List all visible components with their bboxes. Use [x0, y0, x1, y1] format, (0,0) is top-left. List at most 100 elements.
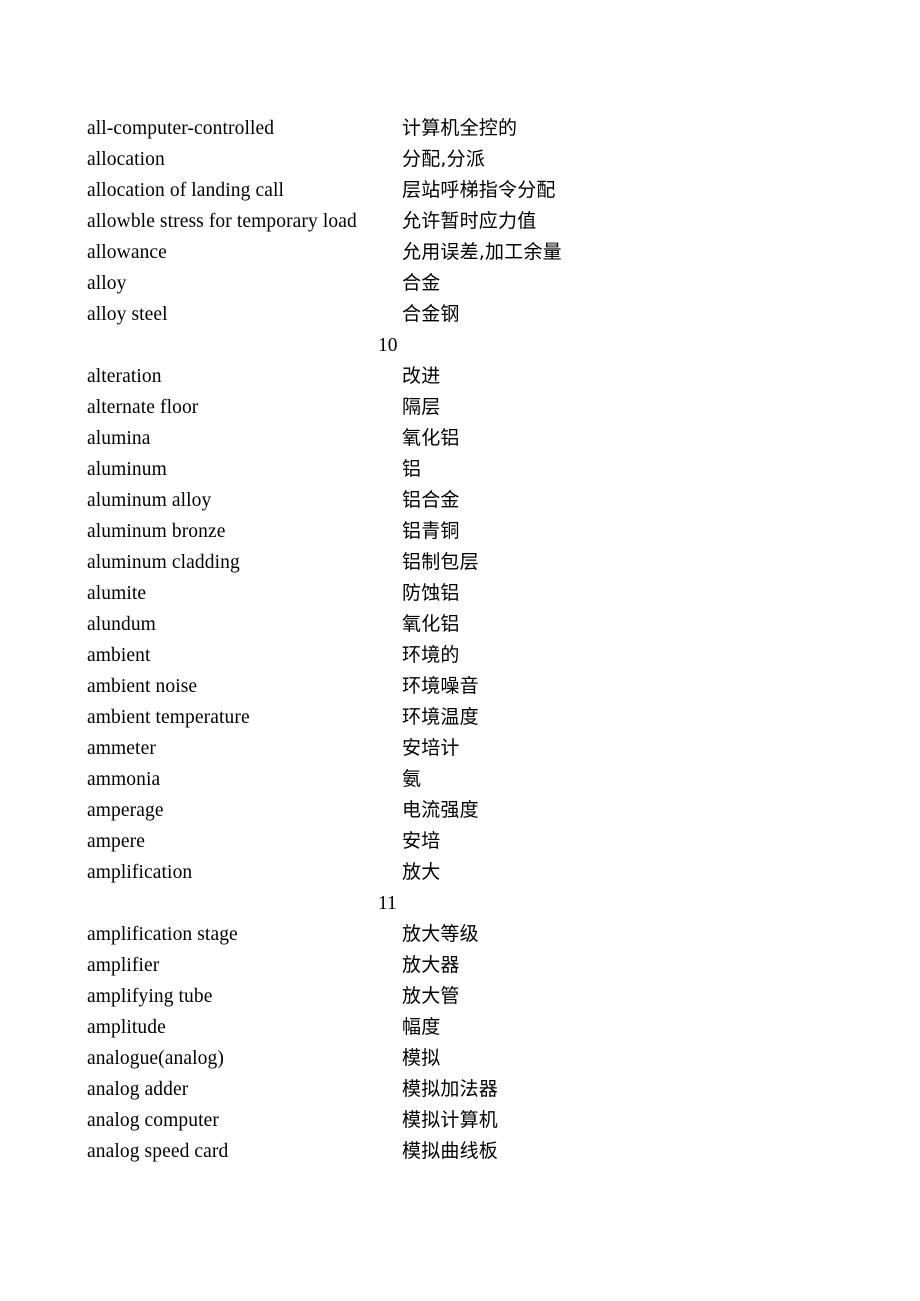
glossary-entry: alternate floor 隔层 — [87, 392, 880, 423]
glossary-entry: alteration 改进 — [87, 361, 880, 392]
entry-gloss: 模拟曲线板 — [402, 1140, 499, 1162]
entry-gloss: 幅度 — [402, 1016, 441, 1038]
entry-gloss: 允用误差,加工余量 — [402, 241, 562, 263]
entry-term: aluminum — [87, 459, 167, 480]
glossary-entry: amplification 放大 — [87, 857, 880, 888]
entry-term: alternate floor — [87, 397, 199, 418]
glossary-entry: all-computer-controlled 计算机全控的 — [87, 113, 880, 144]
entry-term: amperage — [87, 800, 164, 821]
glossary-entry: aluminum alloy 铝合金 — [87, 485, 880, 516]
entry-term: analog adder — [87, 1079, 189, 1100]
entry-gloss: 放大器 — [402, 954, 460, 976]
glossary-entry: aluminum 铝 — [87, 454, 880, 485]
glossary-entry: amperage 电流强度 — [87, 795, 880, 826]
entry-term: ampere — [87, 831, 145, 852]
entry-term: all-computer-controlled — [87, 118, 275, 139]
entry-term: amplitude — [87, 1017, 166, 1038]
entry-gloss: 放大 — [402, 861, 441, 883]
entry-gloss: 氧化铝 — [402, 613, 460, 635]
entry-term: allowance — [87, 242, 167, 263]
entry-gloss: 安培计 — [402, 737, 460, 759]
entry-gloss: 放大等级 — [402, 923, 479, 945]
entry-term: allocation of landing call — [87, 180, 284, 201]
entry-gloss: 改进 — [402, 365, 441, 387]
page-number-marker: 10 — [378, 335, 398, 356]
entry-gloss: 隔层 — [402, 396, 441, 418]
entry-term: alloy steel — [87, 304, 168, 325]
entry-term: ambient temperature — [87, 707, 250, 728]
glossary-entry: allowble stress for temporary load 允许暂时应力… — [87, 206, 880, 237]
entry-gloss: 氧化铝 — [402, 427, 460, 449]
glossary-entry: allowance 允用误差,加工余量 — [87, 237, 880, 268]
glossary-entry: alumina 氧化铝 — [87, 423, 880, 454]
glossary-entry: alloy steel 合金钢 — [87, 299, 880, 330]
glossary-list: all-computer-controlled 计算机全控的 allocation 分… — [87, 113, 880, 1167]
entry-term: alteration — [87, 366, 162, 387]
entry-gloss: 允许暂时应力值 — [402, 210, 537, 232]
entry-gloss: 环境的 — [402, 644, 460, 666]
entry-term: allocation — [87, 149, 165, 170]
entry-gloss: 模拟计算机 — [402, 1109, 499, 1131]
entry-term: alumite — [87, 583, 147, 604]
entry-term: ambient noise — [87, 676, 198, 697]
glossary-entry: aluminum cladding 铝制包层 — [87, 547, 880, 578]
entry-term: alundum — [87, 614, 156, 635]
entry-gloss: 放大管 — [402, 985, 460, 1007]
entry-term: analog speed card — [87, 1141, 229, 1162]
entry-gloss: 铝青铜 — [402, 520, 460, 542]
entry-term: analogue(analog) — [87, 1048, 224, 1069]
entry-term: allowble stress for temporary load — [87, 211, 357, 232]
entry-gloss: 环境温度 — [402, 706, 479, 728]
entry-term: amplification stage — [87, 924, 238, 945]
glossary-entry: alloy 合金 — [87, 268, 880, 299]
entry-term: alloy — [87, 273, 127, 294]
glossary-entry: allocation of landing call 层站呼梯指令分配 — [87, 175, 880, 206]
entry-term: aluminum cladding — [87, 552, 240, 573]
glossary-block: alteration 改进 alternate floor 隔层 alumina 氧化铝 a… — [87, 361, 880, 919]
entry-term: analog computer — [87, 1110, 219, 1131]
glossary-entry: amplitude 幅度 — [87, 1012, 880, 1043]
entry-term: ammeter — [87, 738, 156, 759]
entry-term: amplifying tube — [87, 986, 213, 1007]
glossary-entry: amplification stage 放大等级 — [87, 919, 880, 950]
glossary-entry: ambient 环境的 — [87, 640, 880, 671]
entry-gloss: 防蚀铝 — [402, 582, 460, 604]
entry-term: amplification — [87, 862, 193, 883]
entry-gloss: 分配,分派 — [402, 148, 486, 170]
glossary-entry: analog adder 模拟加法器 — [87, 1074, 880, 1105]
document-page: all-computer-controlled 计算机全控的 allocation 分… — [0, 0, 920, 1301]
entry-gloss: 模拟加法器 — [402, 1078, 499, 1100]
page-number-marker: 11 — [378, 893, 397, 914]
entry-term: alumina — [87, 428, 151, 449]
glossary-entry: analogue(analog) 模拟 — [87, 1043, 880, 1074]
entry-gloss: 氨 — [402, 768, 422, 790]
glossary-entry: ampere 安培 — [87, 826, 880, 857]
glossary-entry: alundum 氧化铝 — [87, 609, 880, 640]
entry-term: amplifier — [87, 955, 160, 976]
entry-term: aluminum bronze — [87, 521, 226, 542]
glossary-entry: ambient temperature 环境温度 — [87, 702, 880, 733]
entry-gloss: 铝合金 — [402, 489, 460, 511]
entry-gloss: 合金钢 — [402, 303, 460, 325]
entry-gloss: 铝 — [402, 458, 422, 480]
glossary-entry: alumite 防蚀铝 — [87, 578, 880, 609]
glossary-block: amplification stage 放大等级 amplifier 放大器 ampli… — [87, 919, 880, 1167]
entry-gloss: 层站呼梯指令分配 — [402, 179, 556, 201]
glossary-entry: analog computer 模拟计算机 — [87, 1105, 880, 1136]
entry-gloss: 模拟 — [402, 1047, 441, 1069]
entry-term: ambient — [87, 645, 151, 666]
glossary-entry: allocation 分配,分派 — [87, 144, 880, 175]
glossary-entry: amplifier 放大器 — [87, 950, 880, 981]
glossary-entry: ammeter 安培计 — [87, 733, 880, 764]
entry-gloss: 电流强度 — [402, 799, 479, 821]
glossary-entry: ammonia 氨 — [87, 764, 880, 795]
glossary-entry: analog speed card 模拟曲线板 — [87, 1136, 880, 1167]
entry-gloss: 安培 — [402, 830, 441, 852]
glossary-block: all-computer-controlled 计算机全控的 allocation 分… — [87, 113, 880, 361]
entry-gloss: 计算机全控的 — [402, 117, 518, 139]
glossary-entry: ambient noise 环境噪音 — [87, 671, 880, 702]
glossary-entry: amplifying tube 放大管 — [87, 981, 880, 1012]
entry-term: ammonia — [87, 769, 161, 790]
entry-gloss: 铝制包层 — [402, 551, 479, 573]
entry-term: aluminum alloy — [87, 490, 212, 511]
